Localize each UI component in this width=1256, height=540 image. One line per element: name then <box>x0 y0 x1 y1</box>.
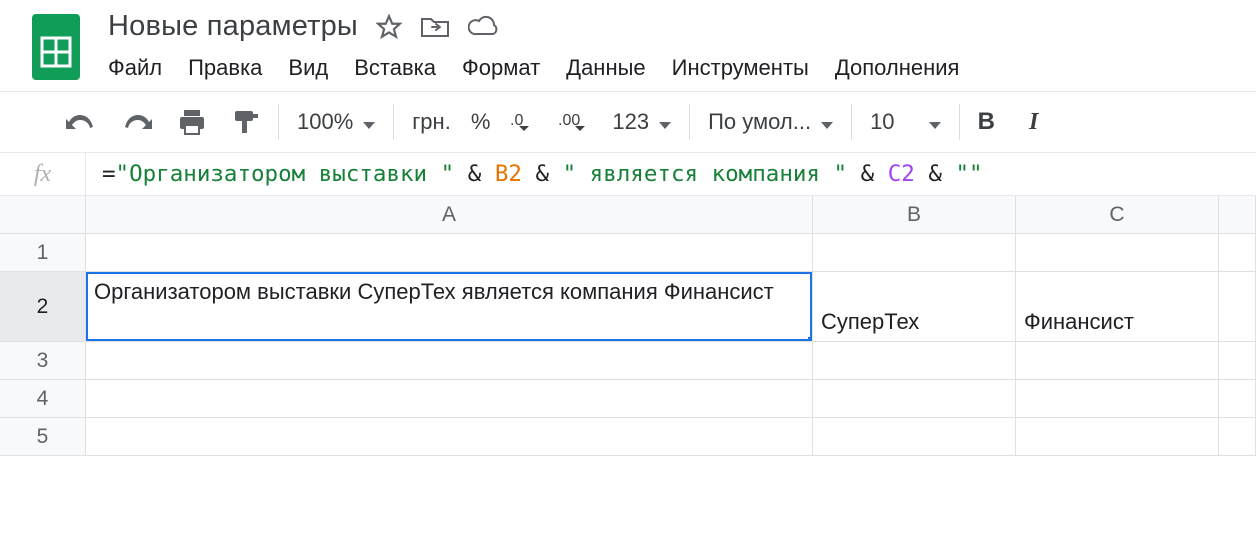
caret-down-icon <box>659 122 671 129</box>
caret-down-icon <box>363 122 375 129</box>
cell-a5[interactable] <box>86 418 813 455</box>
spreadsheet-grid: A B C 1 2 Организатором выставки СуперТе… <box>0 196 1256 456</box>
cell-b1[interactable] <box>813 234 1016 271</box>
row-header-1[interactable]: 1 <box>0 234 86 271</box>
redo-button[interactable] <box>122 111 152 133</box>
column-header-b[interactable]: B <box>813 196 1016 233</box>
font-name: По умол... <box>708 109 811 134</box>
move-to-folder-icon[interactable] <box>420 15 450 39</box>
caret-down-icon <box>929 122 941 129</box>
cell-a4[interactable] <box>86 380 813 417</box>
formula-amp-3: & <box>847 161 888 187</box>
cell-c4[interactable] <box>1016 380 1219 417</box>
decrease-decimal-button[interactable]: .0 <box>510 109 538 135</box>
increase-decimal-button[interactable]: .00 <box>558 109 592 135</box>
undo-button[interactable] <box>66 111 96 133</box>
font-dropdown[interactable]: По умол... <box>708 109 833 135</box>
row-header-3[interactable]: 3 <box>0 342 86 379</box>
document-title[interactable]: Новые параметры <box>108 10 358 43</box>
font-size-dropdown[interactable]: 10 <box>870 109 941 135</box>
formula-string-1: "Организатором выставки " <box>116 161 455 187</box>
formula-eq: = <box>102 161 116 187</box>
cell-d1[interactable] <box>1219 234 1256 271</box>
cell-a2[interactable]: Организатором выставки СуперТех является… <box>86 272 813 341</box>
formula-amp-4: & <box>915 161 956 187</box>
bold-button[interactable]: B <box>978 108 1001 136</box>
zoom-dropdown[interactable]: 100% <box>297 109 375 135</box>
print-button[interactable] <box>178 109 206 135</box>
cell-c5[interactable] <box>1016 418 1219 455</box>
toolbar: 100% грн. % .0 .00 123 По умол... 10 B I <box>0 92 1256 152</box>
percent-button[interactable]: % <box>471 109 491 135</box>
formula-amp-2: & <box>522 161 563 187</box>
formula-ref-c2: C2 <box>888 161 915 187</box>
formula-string-3: "" <box>955 161 982 187</box>
zoom-value: 100% <box>297 109 353 134</box>
formula-amp-1: & <box>454 161 495 187</box>
cell-c1[interactable] <box>1016 234 1219 271</box>
menu-insert[interactable]: Вставка <box>354 55 436 81</box>
cell-b2-value: СуперТех <box>821 309 919 335</box>
menu-file[interactable]: Файл <box>108 55 162 81</box>
sheets-logo[interactable] <box>30 12 82 82</box>
column-header-a[interactable]: A <box>86 196 813 233</box>
italic-button[interactable]: I <box>1029 109 1038 136</box>
cell-a3[interactable] <box>86 342 813 379</box>
formula-bar: fx ="Организатором выставки " & B2 & " я… <box>0 152 1256 196</box>
paint-format-button[interactable] <box>232 109 260 135</box>
formula-input[interactable]: ="Организатором выставки " & B2 & " явля… <box>86 161 983 187</box>
number-format-dropdown[interactable]: 123 <box>612 109 671 135</box>
cell-d4[interactable] <box>1219 380 1256 417</box>
menu-edit[interactable]: Правка <box>188 55 262 81</box>
cell-c2[interactable]: Финансист <box>1016 272 1219 341</box>
currency-button[interactable]: грн. <box>412 109 451 135</box>
cell-b4[interactable] <box>813 380 1016 417</box>
cell-b3[interactable] <box>813 342 1016 379</box>
menu-addons[interactable]: Дополнения <box>835 55 960 81</box>
row-header-2[interactable]: 2 <box>0 272 86 341</box>
cell-c2-value: Финансист <box>1024 309 1134 335</box>
cloud-status-icon[interactable] <box>468 15 500 39</box>
column-header-d[interactable] <box>1219 196 1256 233</box>
selection-handle[interactable] <box>808 337 813 341</box>
cell-d3[interactable] <box>1219 342 1256 379</box>
row-header-5[interactable]: 5 <box>0 418 86 455</box>
menu-view[interactable]: Вид <box>288 55 328 81</box>
formula-ref-b2: B2 <box>495 161 522 187</box>
font-size-value: 10 <box>870 109 894 134</box>
cell-b5[interactable] <box>813 418 1016 455</box>
menu-bar: Файл Правка Вид Вставка Формат Данные Ин… <box>104 49 963 91</box>
fx-label[interactable]: fx <box>0 153 86 195</box>
header: Новые параметры <box>0 0 1256 91</box>
cell-d2[interactable] <box>1219 272 1256 341</box>
caret-down-icon <box>821 122 833 129</box>
number-format-label: 123 <box>612 109 649 134</box>
menu-format[interactable]: Формат <box>462 55 540 81</box>
cell-b2[interactable]: СуперТех <box>813 272 1016 341</box>
star-icon[interactable] <box>376 14 402 40</box>
menu-tools[interactable]: Инструменты <box>672 55 809 81</box>
row-header-4[interactable]: 4 <box>0 380 86 417</box>
cell-d5[interactable] <box>1219 418 1256 455</box>
cell-a2-value: Организатором выставки СуперТех является… <box>94 278 774 306</box>
menu-data[interactable]: Данные <box>566 55 645 81</box>
column-header-c[interactable]: C <box>1016 196 1219 233</box>
cell-c3[interactable] <box>1016 342 1219 379</box>
cell-a1[interactable] <box>86 234 813 271</box>
select-all-corner[interactable] <box>0 196 86 233</box>
formula-string-2: " является компания " <box>563 161 847 187</box>
